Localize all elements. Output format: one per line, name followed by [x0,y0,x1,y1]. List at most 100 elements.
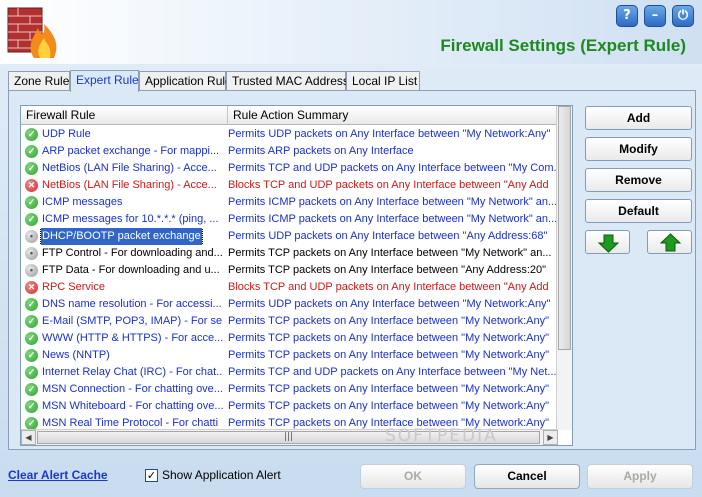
rule-summary: Permits UDP packets on Any Interface bet… [228,230,548,242]
rule-name-cell: ✓ Internet Relay Chat (IRC) - For chat... [23,364,223,381]
tab-zone-rule[interactable]: Zone Rule [8,71,70,91]
rule-summary: Permits TCP packets on Any Interface bet… [228,315,550,327]
permit-check-icon: ✓ [25,400,38,413]
rule-summary: Permits TCP packets on Any Interface bet… [228,383,550,395]
add-button[interactable]: Add [585,106,692,130]
table-row[interactable]: ✓ WWW (HTTP & HTTPS) - For acce... Permits… [21,330,558,347]
table-row[interactable]: ✓ E-Mail (SMTP, POP3, IMAP) - For se... Pe… [21,313,558,330]
show-application-alert-label: Show Application Alert [162,468,281,482]
column-header-rule-action-summary[interactable]: Rule Action Summary [228,106,558,125]
column-header-firewall-rule[interactable]: Firewall Rule [21,106,228,125]
rule-name-cell: ✓ MSN Real Time Protocol - For chatti [23,415,223,430]
rule-name-cell: ✓ E-Mail (SMTP, POP3, IMAP) - For se... [23,313,223,330]
tab-application-rule[interactable]: Application Rule [139,71,232,91]
permit-check-icon: ✓ [25,366,38,379]
rule-name-cell: ✓ News (NNTP) [23,347,223,364]
table-row[interactable]: ✓ Internet Relay Chat (IRC) - For chat...… [21,364,558,381]
table-row[interactable]: ✕ RPC Service Blocks TCP and UDP packets o… [21,279,558,296]
firewall-settings-window: ? – ⏻ Firewall Settings (Expert Rule) Zo… [0,0,702,497]
rule-name: DNS name resolution - For accessi... [42,298,222,310]
rule-name-cell: ✓ ICMP messages [23,194,223,211]
rule-summary: Permits ICMP packets on Any Interface be… [228,196,558,208]
power-close-button[interactable]: ⏻ [672,5,694,27]
table-row[interactable]: ✓ UDP Rule Permits UDP packets on Any Inte… [21,126,558,143]
move-up-button[interactable] [647,230,692,254]
table-header: Firewall Rule Rule Action Summary [21,106,558,125]
rule-name: FTP Control - For downloading and... [42,247,223,259]
neutral-rule-icon: • [25,264,38,277]
rule-name-cell: ✓ NetBios (LAN File Sharing) - Acce... [23,160,223,177]
rules-table[interactable]: Firewall Rule Rule Action Summary ✓ UDP R… [20,105,573,446]
rule-name-cell: ✕ NetBios (LAN File Sharing) - Acce... [23,177,223,194]
permit-check-icon: ✓ [25,349,38,362]
clear-alert-cache-link[interactable]: Clear Alert Cache [8,468,108,482]
rule-name: ICMP messages [42,196,123,208]
table-row[interactable]: ✓ MSN Connection - For chatting ove... Per… [21,381,558,398]
vertical-scrollbar[interactable] [556,106,572,430]
permit-check-icon: ✓ [25,196,38,209]
permit-check-icon: ✓ [25,162,38,175]
scroll-right-arrow-icon[interactable]: ▶ [543,430,558,445]
vertical-scroll-thumb[interactable] [558,106,571,350]
permit-check-icon: ✓ [25,128,38,141]
rule-summary: Permits TCP packets on Any Interface bet… [228,247,552,259]
tab-expert-rule[interactable]: Expert Rule [70,70,139,92]
rule-summary: Blocks TCP and UDP packets on Any Interf… [228,179,549,191]
table-row[interactable]: ✓ ARP packet exchange - For mappi... Permi… [21,143,558,160]
firewall-logo-icon [7,7,57,58]
modify-button[interactable]: Modify [585,137,692,161]
table-row[interactable]: • FTP Data - For downloading and u... Perm… [21,262,558,279]
rule-summary: Permits ICMP packets on Any Interface be… [228,213,558,225]
rule-name: NetBios (LAN File Sharing) - Acce... [42,179,217,191]
rule-name: DHCP/BOOTP packet exchange [40,228,203,245]
move-down-button[interactable] [585,230,630,254]
rule-name-cell: ✓ MSN Connection - For chatting ove... [23,381,223,398]
table-row[interactable]: ✓ MSN Whiteboard - For chatting ove... Per… [21,398,558,415]
table-row[interactable]: ✓ NetBios (LAN File Sharing) - Acce... Per… [21,160,558,177]
softpedia-watermark: SOFTPEDIA [385,426,498,446]
show-application-alert-checkbox[interactable]: ✓ [145,469,158,482]
neutral-rule-icon: • [25,230,38,243]
table-row[interactable]: ✓ DNS name resolution - For accessi... Per… [21,296,558,313]
table-row[interactable]: ✓ ICMP messages for 10.*.*.* (ping, ... Pe… [21,211,558,228]
rule-name: MSN Connection - For chatting ove... [42,383,223,395]
permit-check-icon: ✓ [25,315,38,328]
arrow-down-icon [597,234,620,253]
rule-name-cell: ✓ ICMP messages for 10.*.*.* (ping, ... [23,211,223,228]
minimize-button[interactable]: – [644,5,666,27]
table-row[interactable]: ✕ NetBios (LAN File Sharing) - Acce... Blo… [21,177,558,194]
rule-name-cell: ✕ RPC Service [23,279,223,296]
table-row[interactable]: ✓ News (NNTP) Permits TCP packets on Any I… [21,347,558,364]
rule-summary: Permits TCP packets on Any Interface bet… [228,400,550,412]
default-button[interactable]: Default [585,199,692,223]
rule-summary: Permits UDP packets on Any Interface bet… [228,298,551,310]
rule-name: RPC Service [42,281,105,293]
window-header: ? – ⏻ Firewall Settings (Expert Rule) [0,0,702,64]
rule-name-cell: • DHCP/BOOTP packet exchange [23,228,223,245]
rule-name: ICMP messages for 10.*.*.* (ping, ... [42,213,219,225]
ok-button[interactable]: OK [360,464,466,489]
block-x-icon: ✕ [25,281,38,294]
rule-name-cell: ✓ DNS name resolution - For accessi... [23,296,223,313]
rule-name: MSN Whiteboard - For chatting ove... [42,400,223,412]
scroll-left-arrow-icon[interactable]: ◀ [21,430,36,445]
cancel-button[interactable]: Cancel [474,464,580,489]
table-body: ✓ UDP Rule Permits UDP packets on Any Inte… [21,126,558,430]
table-row[interactable]: • FTP Control - For downloading and... Per… [21,245,558,262]
rule-name-cell: • FTP Data - For downloading and u... [23,262,223,279]
rule-name: Internet Relay Chat (IRC) - For chat... [42,366,223,378]
permit-check-icon: ✓ [25,298,38,311]
table-row[interactable]: • DHCP/BOOTP packet exchange Permits UDP p… [21,228,558,245]
remove-button[interactable]: Remove [585,168,692,192]
rule-name: UDP Rule [42,128,91,140]
apply-button[interactable]: Apply [587,464,693,489]
tab-local-ip-list[interactable]: Local IP List [346,71,420,91]
arrow-up-icon [659,233,682,252]
rule-summary: Permits TCP packets on Any Interface bet… [228,349,550,361]
rule-name-cell: ✓ MSN Whiteboard - For chatting ove... [23,398,223,415]
rule-summary: Permits TCP packets on Any Interface bet… [228,332,550,344]
table-row[interactable]: ✓ ICMP messages Permits ICMP packets on An… [21,194,558,211]
rule-name: MSN Real Time Protocol - For chatti [42,417,219,429]
help-button[interactable]: ? [616,5,638,27]
tab-trusted-mac-address[interactable]: Trusted MAC Address [226,71,349,91]
